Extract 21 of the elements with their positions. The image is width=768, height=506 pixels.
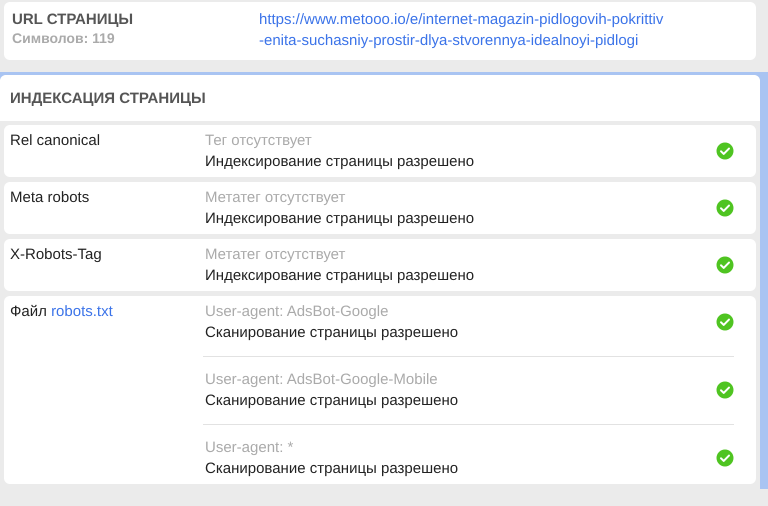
check-detail: Тег отсутствует: [205, 131, 312, 151]
row-label: X-Robots-Tag: [10, 246, 102, 263]
check-result: Сканирование страницы разрешено: [205, 391, 458, 411]
check-detail: Метатег отсутствует: [205, 245, 346, 265]
check-detail: Метатег отсутствует: [205, 188, 346, 208]
check-detail: User-agent: *: [205, 438, 294, 458]
check-result: Сканирование страницы разрешено: [205, 323, 458, 343]
robots-file-link[interactable]: robots.txt: [51, 303, 113, 320]
check-result: Индексирование страницы разрешено: [205, 152, 474, 172]
character-count: Символов: 119: [12, 29, 116, 47]
check-detail: User-agent: AdsBot-Google-Mobile: [205, 370, 438, 390]
row-label: Rel canonical: [10, 132, 100, 149]
section-title: ИНДЕКСАЦИЯ СТРАНИЦЫ: [0, 75, 760, 121]
row-label: Meta robots: [10, 189, 90, 206]
check-detail: User-agent: AdsBot-Google: [205, 302, 388, 322]
row-label: Файл: [10, 303, 47, 320]
check-result: Индексирование страницы разрешено: [205, 266, 474, 286]
section-title: URL СТРАНИЦЫ: [12, 10, 134, 29]
check-result: Индексирование страницы разрешено: [205, 209, 474, 229]
page-url-link[interactable]: https://www.metooo.io/e/internet-magazin-pidlogovih-pokrittiv -enita-suchasniy-prostir-dlya-stvorennya-idealnoyi-pidlogi: [259, 9, 664, 52]
check-result: Сканирование страницы разрешено: [205, 459, 458, 479]
